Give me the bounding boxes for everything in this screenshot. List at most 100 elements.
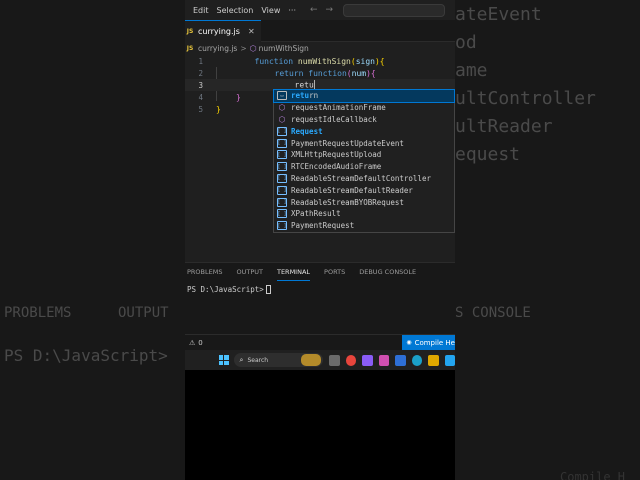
suggestion-item[interactable]: [ ] ReadableStreamBYOBRequest [274, 196, 454, 208]
keyword-icon: ▭ [277, 91, 287, 101]
tab-problems[interactable]: PROBLEMS [187, 263, 222, 281]
tab-ports[interactable]: PORTS [324, 263, 345, 281]
code-line-2: 2 return function(num){ [185, 67, 455, 79]
variable-icon: [ ] [277, 150, 287, 160]
variable-icon: [ ] [277, 209, 287, 219]
code-editor[interactable]: 1 function numWithSign(sign){ 2 return f… [185, 55, 455, 262]
line-number: 2 [198, 68, 203, 78]
search-highlight-icon [301, 354, 322, 366]
code-token: } [236, 92, 241, 102]
suggestion-rest: rn [309, 91, 319, 101]
terminal-prompt: PS D:\JavaScript> [187, 285, 264, 294]
problems-status[interactable]: ⚠ 0 [189, 339, 203, 347]
warning-count: 0 [198, 338, 203, 347]
broadcast-icon: ◉ [406, 339, 412, 346]
suggestion-label: XPathResult [291, 209, 341, 219]
compile-status-item[interactable]: ◉ Compile He [402, 334, 455, 351]
code-token: } [216, 104, 221, 114]
tab-currying-js[interactable]: JS currying.js ✕ [185, 19, 261, 42]
bg-code-line: equest [455, 144, 521, 165]
search-icon: ⌕ [239, 355, 244, 364]
terminal-cursor [265, 285, 271, 294]
back-arrow-icon[interactable]: ← [310, 5, 318, 15]
suggestion-label: XMLHttpRequestUpload [291, 150, 382, 160]
vscode-icon[interactable] [444, 354, 455, 366]
menu-selection[interactable]: Selection [217, 6, 254, 15]
code-token: ){ [374, 56, 385, 66]
variable-icon: [ ] [277, 221, 287, 231]
title-bar: Edit Selection View ··· ← → [185, 0, 455, 20]
copilot-icon[interactable] [378, 354, 390, 366]
code-token: ){ [366, 68, 376, 78]
suggestion-item[interactable]: [ ] XMLHttpRequestUpload [274, 149, 454, 161]
suggestion-item[interactable]: [ ] Request [274, 125, 454, 137]
suggestion-label: ReadableStreamDefaultController [291, 173, 431, 183]
js-file-icon: JS [186, 45, 194, 52]
editor-tab-bar: JS currying.js ✕ [185, 19, 455, 42]
suggestion-label: PaymentRequest [291, 221, 355, 231]
suggestion-item[interactable]: [ ] ReadableStreamDefaultController [274, 173, 454, 185]
windows-start-icon[interactable] [219, 355, 229, 365]
suggestion-label: RTCEncodedAudioFrame [291, 162, 382, 172]
windows-taskbar: ⌕ Search [185, 350, 455, 370]
vscode-window: Edit Selection View ··· ← → JS currying.… [185, 0, 455, 480]
app-icon[interactable] [362, 354, 373, 366]
suggestion-item[interactable]: [ ] RTCEncodedAudioFrame [274, 161, 454, 173]
task-view-icon[interactable] [329, 354, 340, 366]
bg-terminal-prompt: PS D:\JavaScript> [4, 346, 168, 365]
variable-icon: [ ] [277, 126, 287, 136]
forward-arrow-icon[interactable]: → [326, 5, 334, 15]
suggestion-item[interactable]: [ ] PaymentRequestUpdateEvent [274, 137, 454, 149]
file-explorer-icon[interactable] [428, 354, 439, 366]
variable-icon: [ ] [277, 162, 287, 172]
suggestion-label: Request [291, 126, 323, 136]
suggestion-label: requestIdleCallback [291, 114, 377, 124]
menu-edit[interactable]: Edit [193, 6, 209, 15]
suggestion-widget: ▭ retu rn ⬡ requestAnimationFrame ⬡ reque… [273, 89, 455, 233]
chrome-icon[interactable] [345, 354, 357, 366]
suggestion-item[interactable]: [ ] PaymentRequest [274, 220, 454, 232]
bg-code-line: ame [455, 60, 488, 81]
bg-panel-tab-output: OUTPUT [118, 305, 169, 321]
tab-output[interactable]: OUTPUT [236, 263, 263, 281]
suggestion-label: ReadableStreamBYOBRequest [291, 197, 404, 207]
suggestion-item[interactable]: ⬡ requestIdleCallback [274, 114, 454, 126]
variable-icon: [ ] [277, 185, 287, 195]
line-number: 3 [198, 80, 203, 90]
tab-terminal[interactable]: TERMINAL [276, 263, 311, 281]
bg-code-line: od [455, 32, 477, 53]
compile-label: Compile He [414, 338, 455, 347]
suggestion-match: retu [291, 91, 310, 101]
bg-code-line: ultController [455, 88, 596, 109]
js-file-icon: JS [186, 27, 194, 35]
suggestion-item[interactable]: [ ] XPathResult [274, 208, 454, 220]
command-center-search[interactable] [343, 3, 446, 17]
suggestion-item[interactable]: [ ] ReadableStreamDefaultReader [274, 184, 454, 196]
close-icon[interactable]: ✕ [248, 27, 255, 36]
variable-icon: [ ] [277, 138, 287, 148]
background-right: ateEvent od ame ultController ultReader … [455, 0, 640, 480]
bg-code-line: ultReader [455, 116, 553, 137]
menu-view[interactable]: View [261, 6, 280, 15]
bg-status-label: Compile H [560, 470, 626, 480]
variable-icon: [ ] [277, 173, 287, 183]
suggestion-label: requestAnimationFrame [291, 103, 386, 113]
word-icon[interactable] [395, 354, 406, 366]
status-bar: ⚠ 0 ◉ Compile He [185, 334, 455, 351]
tab-label: currying.js [198, 26, 240, 36]
background-left: PROBLEMS OUTPUT PS D:\JavaScript> [0, 0, 185, 480]
variable-icon: [ ] [277, 197, 287, 207]
taskbar-search[interactable]: ⌕ Search [233, 353, 324, 367]
bg-code-line: ateEvent [455, 4, 542, 25]
suggestion-item[interactable]: ⬡ requestAnimationFrame [274, 102, 454, 114]
suggestion-item[interactable]: ▭ retu rn [273, 89, 455, 103]
tab-debug-console[interactable]: DEBUG CONSOLE [359, 263, 416, 281]
line-number: 4 [198, 92, 203, 102]
bg-panel-tab-debug: S CONSOLE [455, 305, 531, 321]
letterbox [185, 370, 455, 480]
terminal[interactable]: PS D:\JavaScript> [187, 285, 271, 294]
taskbar-search-label: Search [247, 356, 269, 364]
more-menu-icon[interactable]: ··· [288, 6, 296, 15]
edge-icon[interactable] [411, 354, 423, 366]
method-icon: ⬡ [278, 114, 286, 124]
